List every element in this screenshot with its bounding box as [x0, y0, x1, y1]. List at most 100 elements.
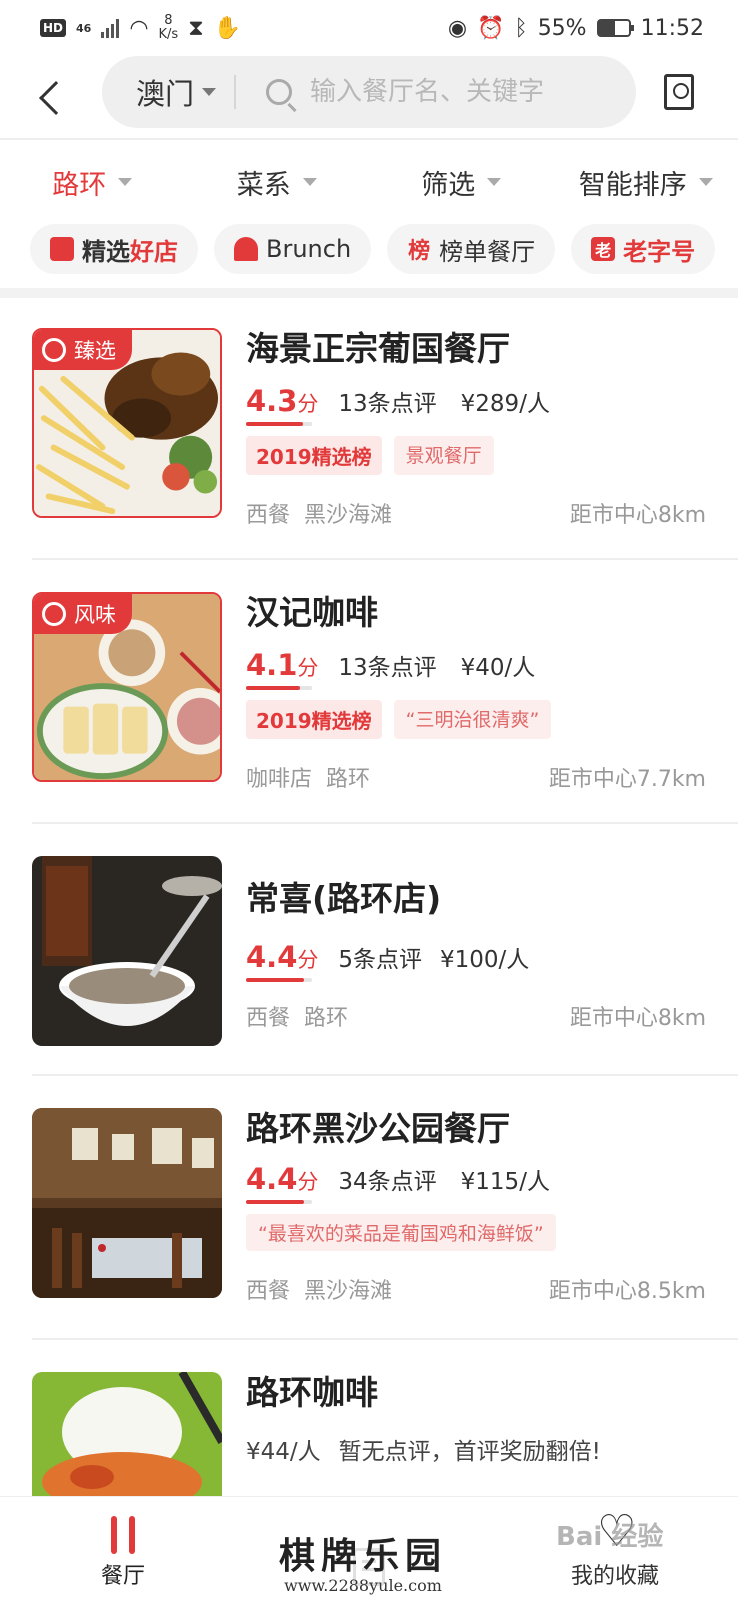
- restaurant-meta: 4.4分 5条点评 ¥100/人: [246, 940, 738, 982]
- filter-bar: 路环 菜系 筛选 智能排序: [0, 144, 738, 220]
- hd-badge: HD: [40, 19, 67, 37]
- bookmark-icon[interactable]: [664, 74, 694, 110]
- restaurant-photo: [32, 856, 222, 1046]
- restaurant-info: 常喜(路环店) 4.4分 5条点评 ¥100/人 西餐 路环 距市中心8km: [246, 878, 738, 1032]
- filter-area[interactable]: 路环: [0, 144, 185, 220]
- battery-percent: 55%: [537, 15, 587, 41]
- divider: [32, 822, 738, 824]
- store-icon: [50, 237, 74, 261]
- avg-price: ¥44/人: [246, 1439, 321, 1465]
- area: 路环: [304, 1006, 349, 1031]
- score-value: 4.4: [246, 1162, 298, 1196]
- city-selector[interactable]: 澳门: [102, 71, 217, 113]
- status-left: HD 46 ◠ 8 K/s ⧗ ✋: [40, 14, 241, 42]
- no-review-text: 暂无点评，首评奖励翻倍!: [338, 1439, 601, 1465]
- score-bar-fill: [246, 422, 303, 426]
- alarm-icon: ⏰: [477, 15, 505, 41]
- signal-icon: [101, 18, 120, 38]
- filter-options-label: 筛选: [421, 169, 476, 201]
- restaurant-categories: 咖啡店 路环: [246, 761, 384, 793]
- avg-price: ¥100/人: [440, 947, 530, 973]
- restaurant-meta: 4.1分 13条点评 ¥40/人: [246, 648, 738, 690]
- cuisine: 咖啡店: [246, 767, 313, 792]
- quick-tag-ranking[interactable]: 榜 榜单餐厅: [387, 224, 556, 274]
- restaurant-categories: 西餐 黑沙海滩: [246, 497, 406, 529]
- review-quote-tag: “三明治很清爽”: [393, 700, 552, 739]
- search-icon: [266, 79, 293, 105]
- restaurant-meta: 4.3分 13条点评 ¥289/人: [246, 384, 738, 426]
- filter-area-label: 路环: [52, 169, 107, 201]
- avg-price: ¥115/人: [460, 1169, 550, 1195]
- restaurant-score: 4.4分: [246, 1162, 319, 1204]
- watermark-title: 棋牌乐园: [278, 1535, 447, 1577]
- dish-cover-icon: [234, 237, 258, 261]
- restaurant-footer: 西餐 黑沙海滩 距市中心8.5km: [246, 1273, 738, 1305]
- restaurant-categories: 西餐 路环: [246, 1000, 362, 1032]
- quick-tag-featured[interactable]: 精选 好店: [30, 224, 198, 274]
- search-box[interactable]: 澳门: [102, 56, 636, 128]
- quick-tag-brunch[interactable]: Brunch: [214, 224, 372, 274]
- score-unit: 分: [297, 948, 319, 972]
- restaurant-score: 4.4分: [246, 940, 319, 982]
- quick-tag-ranking-label: 榜单餐厅: [439, 237, 536, 266]
- cuisine: 西餐: [246, 1006, 291, 1031]
- network-type: 46: [76, 21, 92, 35]
- restaurant-photo: [32, 1108, 222, 1298]
- review-count: 13条点评: [338, 391, 437, 417]
- score-bar-fill: [246, 978, 305, 982]
- filter-cuisine-label: 菜系: [236, 169, 291, 201]
- rank-tag: 2019精选榜: [246, 436, 382, 475]
- restaurant-info: 路环咖啡 ¥44/人 暂无点评，首评奖励翻倍!: [246, 1372, 738, 1466]
- restaurant-tags: “最喜欢的菜品是葡国鸡和海鲜饭”: [246, 1214, 738, 1251]
- area: 路环: [326, 767, 371, 792]
- quick-tag-oldbrand[interactable]: 老 老字号: [571, 224, 716, 274]
- rank-tag: 2019精选榜: [246, 700, 382, 739]
- area: 黑沙海滩: [304, 503, 393, 528]
- restaurant-score: 4.3分: [246, 384, 319, 426]
- divider: [32, 558, 738, 560]
- filter-options[interactable]: 筛选: [369, 144, 554, 220]
- restaurant-photo: 风味: [32, 592, 222, 782]
- section-gap: [0, 288, 738, 298]
- quick-tag-brunch-label: Brunch: [266, 235, 352, 263]
- fork-knife-icon: [103, 1516, 143, 1554]
- cuisine: 西餐: [246, 1279, 291, 1304]
- score-value: 4.3: [246, 384, 298, 418]
- distance: 距市中心8km: [569, 503, 706, 528]
- restaurant-photo: 臻选: [32, 328, 222, 518]
- divider: [32, 1338, 738, 1340]
- score-unit: 分: [297, 392, 319, 416]
- distance: 距市中心7.7km: [548, 767, 706, 792]
- restaurant-tags: 2019精选榜 “三明治很清爽”: [246, 700, 738, 739]
- score-bar: [246, 686, 312, 690]
- restaurant-badge: 臻选: [34, 330, 132, 370]
- restaurant-badge: 风味: [34, 594, 132, 634]
- chevron-down-icon: [118, 178, 133, 186]
- filter-sort[interactable]: 智能排序: [554, 144, 738, 220]
- quick-tags: 精选 好店 Brunch 榜 榜单餐厅 老 老字号: [30, 224, 716, 274]
- search-input[interactable]: [310, 77, 611, 107]
- divider: [32, 1074, 738, 1076]
- food-photo-soup: [32, 856, 222, 1046]
- filter-cuisine[interactable]: 菜系: [185, 144, 370, 220]
- nav-restaurants[interactable]: 餐厅: [0, 1497, 246, 1600]
- status-bar: HD 46 ◠ 8 K/s ⧗ ✋ ◉ ⏰ ᛒ 55% 11:52: [0, 0, 738, 56]
- feature-tag: 景观餐厅: [393, 436, 494, 475]
- search-divider: [234, 75, 237, 109]
- divider: [0, 138, 738, 140]
- restaurant-interior-photo: [32, 1108, 222, 1298]
- restaurant-card[interactable]: 路环黑沙公园餐厅 4.4分 34条点评 ¥115/人 “最喜欢的菜品是葡国鸡和海…: [32, 1108, 738, 1308]
- restaurant-card[interactable]: 风味 汉记咖啡 4.1分 13条点评 ¥40/人 2019精选榜 “三明治很清爽…: [32, 592, 738, 792]
- restaurant-card[interactable]: 常喜(路环店) 4.4分 5条点评 ¥100/人 西餐 路环 距市中心8km: [32, 856, 738, 1046]
- clock: 11:52: [640, 15, 704, 41]
- distance: 距市中心8.5km: [548, 1279, 706, 1304]
- restaurant-footer: 咖啡店 路环 距市中心7.7km: [246, 761, 738, 793]
- restaurant-card[interactable]: 路环咖啡 ¥44/人 暂无点评，首评奖励翻倍!: [32, 1372, 738, 1496]
- restaurant-card[interactable]: 臻选 海景正宗葡国餐厅 4.3分 13条点评 ¥289/人 2019精选榜 景观…: [32, 328, 738, 528]
- score-unit: 分: [297, 1170, 319, 1194]
- restaurant-meta: ¥44/人 暂无点评，首评奖励翻倍!: [246, 1432, 738, 1466]
- battery-fill: [598, 21, 616, 35]
- back-arrow-icon[interactable]: [39, 81, 73, 115]
- net-speed-value: 8: [164, 13, 173, 28]
- avg-price: ¥40/人: [460, 655, 536, 681]
